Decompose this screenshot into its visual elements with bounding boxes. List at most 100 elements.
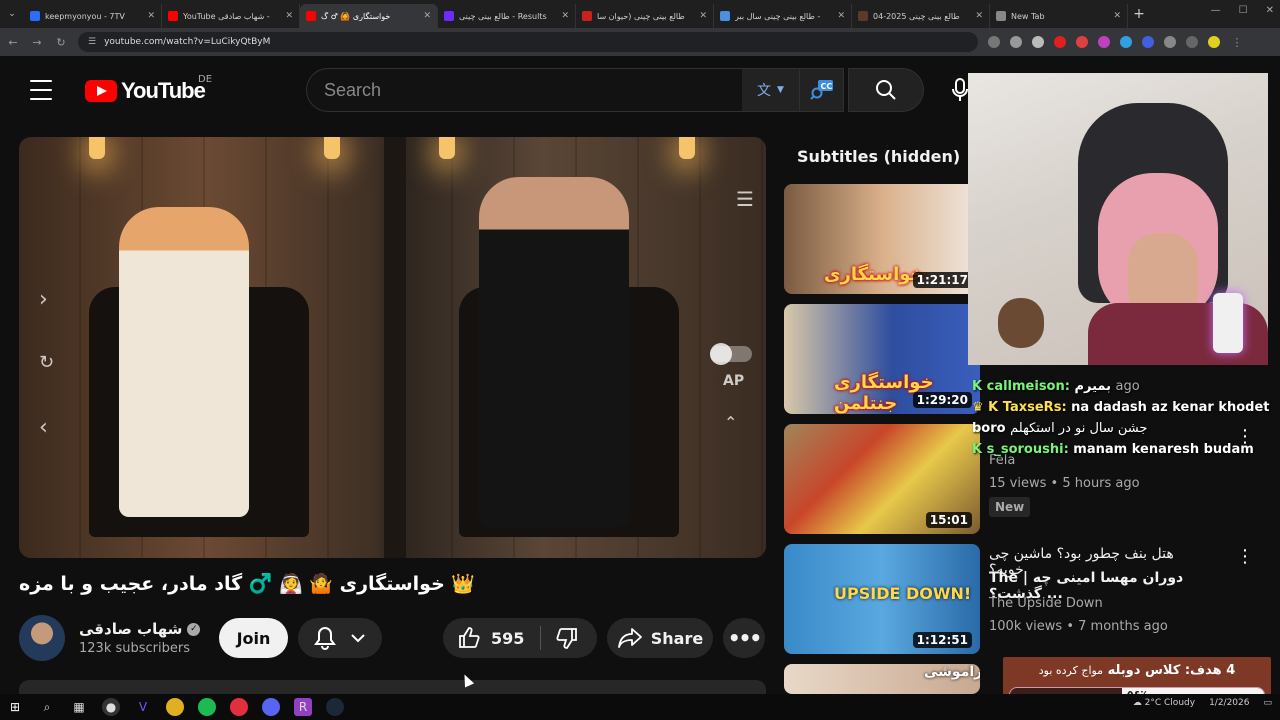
prev-arrow-icon[interactable]: ‹ <box>39 415 48 440</box>
tab-title: طالع بینی چینی - Results <box>459 11 547 21</box>
video-lamp-left <box>89 137 105 159</box>
search-button[interactable] <box>848 68 924 112</box>
chrome-icon[interactable] <box>166 698 184 716</box>
related-thumbnail-3[interactable]: 15:01 <box>784 424 980 534</box>
youtube-play-icon <box>85 80 117 102</box>
r-app-icon[interactable]: R <box>294 698 312 716</box>
dot-separator: • <box>1066 619 1079 634</box>
browser-tab[interactable]: خواستگاری 🙆 ♂ گ ✕ <box>300 4 438 28</box>
profile-avatar-icon[interactable] <box>1208 36 1220 48</box>
duration-badge: 1:12:51 <box>912 632 972 648</box>
subtitles-heading[interactable]: Subtitles (hidden) <box>784 137 984 175</box>
playlist-menu-icon[interactable]: ☰ <box>736 187 754 211</box>
share-button[interactable]: Share <box>607 618 713 658</box>
weather-widget[interactable]: ☁ 2°C Cloudy <box>1133 698 1195 708</box>
related-menu-icon-4[interactable]: ⋮ <box>1236 546 1254 567</box>
steam-icon[interactable] <box>326 698 344 716</box>
tab-close-icon[interactable]: ✕ <box>1113 11 1121 21</box>
vegas-icon[interactable]: V <box>134 698 152 716</box>
autoplay-toggle[interactable] <box>710 343 752 365</box>
goal-count: 4 <box>1226 663 1236 678</box>
share-icon <box>617 628 642 648</box>
tab-close-icon[interactable]: ✕ <box>285 11 293 21</box>
tab-close-icon[interactable]: ✕ <box>147 11 155 21</box>
extensions-puzzle-icon[interactable] <box>1164 36 1176 48</box>
like-icon[interactable] <box>457 626 481 650</box>
bookmark-star-icon[interactable] <box>1032 36 1044 48</box>
related-thumbnail-4[interactable]: UPSIDE DOWN! 1:12:51 <box>784 544 980 654</box>
task-view-icon[interactable]: ▦ <box>70 698 88 716</box>
browser-tab[interactable]: طالع بینی چینی سال ببر - ✕ <box>714 4 852 28</box>
video-lamp-center <box>324 137 340 159</box>
close-window-icon[interactable]: ✕ <box>1266 5 1274 16</box>
browser-tab[interactable]: طالع بینی چینی - Results ✕ <box>438 4 576 28</box>
related-thumbnail-2[interactable]: خواستگاری جنتلمن 1:29:20 <box>784 304 980 414</box>
related-thumbnail-1[interactable]: خواستگاری 1:21:17 <box>784 184 980 294</box>
channel-avatar[interactable] <box>19 615 65 661</box>
browser-tab[interactable]: keepmyonyou - 7TV ✕ <box>24 4 162 28</box>
new-badge: New <box>989 497 1031 517</box>
expand-chevrons-icon[interactable]: ⌃ <box>724 413 737 432</box>
description-box[interactable] <box>19 680 766 694</box>
browser-tab[interactable]: طالع بینی چینی 2025-04 ✕ <box>852 4 990 28</box>
goal-name: هدف: کلاس دوبله <box>1107 663 1222 678</box>
browser-menu-icon[interactable]: ⋮ <box>1230 36 1244 49</box>
like-count[interactable]: 595 <box>491 629 524 648</box>
obs-icon[interactable]: ● <box>102 698 120 716</box>
browser-tab[interactable]: YouTube شهاب صادقی - ✕ <box>162 4 300 28</box>
maximize-icon[interactable]: ☐ <box>1239 5 1248 16</box>
video-player[interactable]: › ↻ ‹ ☰ AP ⌃ <box>19 137 766 558</box>
notification-icon[interactable]: ▭ <box>1263 698 1272 708</box>
reload-icon[interactable]: ↻ <box>54 36 68 49</box>
extension-red-icon[interactable] <box>1054 36 1066 48</box>
goal-subtitle: مواج کرده بود <box>1038 664 1104 677</box>
discord-icon[interactable] <box>262 698 280 716</box>
search-box <box>306 68 742 112</box>
tab-favicon-icon <box>582 11 592 21</box>
reading-list-icon[interactable] <box>1186 36 1198 48</box>
more-actions-button[interactable]: ••• <box>723 618 765 658</box>
tab-close-icon[interactable]: ✕ <box>561 11 569 21</box>
tab-close-icon[interactable]: ✕ <box>699 11 707 21</box>
youtube-logo[interactable]: YouTube <box>85 78 206 104</box>
related-thumbnail-5[interactable]: فراموشی <box>784 664 980 694</box>
chat-username: K s_soroushi: <box>972 442 1069 457</box>
browser-tab-bar: ⌄ keepmyonyou - 7TV ✕ YouTube شهاب صادقی -… <box>0 0 1280 28</box>
new-tab-button[interactable]: + <box>1128 6 1150 22</box>
url-field[interactable]: ☰ youtube.com/watch?v=LuCikyQtByM <box>78 32 978 52</box>
guide-menu-icon[interactable] <box>30 80 52 100</box>
back-icon[interactable]: ← <box>6 36 20 49</box>
tab-close-icon[interactable]: ✕ <box>837 11 845 21</box>
taskbar-search-icon[interactable]: ⌕ <box>38 698 56 716</box>
forward-icon[interactable]: → <box>30 36 44 49</box>
subscribed-bell-button[interactable] <box>298 618 382 658</box>
browser-tab[interactable]: طالع بینی چینی (حیوان سا ✕ <box>576 4 714 28</box>
tab-close-icon[interactable]: ✕ <box>975 11 983 21</box>
next-arrow-icon[interactable]: › <box>39 287 48 312</box>
tab-search-icon[interactable]: ⌄ <box>0 0 24 28</box>
extension-audio-icon[interactable] <box>1142 36 1154 48</box>
creative-cloud-icon[interactable] <box>230 698 248 716</box>
site-info-icon[interactable]: ☰ <box>88 37 96 47</box>
search-input[interactable] <box>324 79 724 101</box>
translate-keyboard-button[interactable]: 文 ▼ <box>742 68 800 112</box>
extension-purple-icon[interactable] <box>1098 36 1110 48</box>
zoom-icon[interactable] <box>1010 36 1022 48</box>
related-channel-4[interactable]: The Upside Down <box>989 596 1103 611</box>
browser-tab[interactable]: New Tab ✕ <box>990 4 1128 28</box>
minimize-icon[interactable]: — <box>1211 5 1221 16</box>
dislike-icon[interactable] <box>555 626 579 650</box>
channel-name-row[interactable]: شهاب صادقی ✓ <box>79 620 201 638</box>
address-bar: ← → ↻ ☰ youtube.com/watch?v=LuCikyQtByM … <box>0 28 1280 56</box>
install-icon[interactable] <box>988 36 1000 48</box>
join-button[interactable]: Join <box>219 618 288 658</box>
spotify-icon[interactable] <box>198 698 216 716</box>
tab-favicon-icon <box>996 11 1006 21</box>
replay-icon[interactable]: ↻ <box>39 352 54 373</box>
clock-date[interactable]: 1/2/2026 <box>1209 698 1249 708</box>
windows-start-icon[interactable]: ⊞ <box>6 698 24 716</box>
tab-close-icon[interactable]: ✕ <box>423 11 431 21</box>
subtitle-search-button[interactable]: CC <box>800 68 844 112</box>
extension-recorder-icon[interactable] <box>1076 36 1088 48</box>
extension-translate-icon[interactable] <box>1120 36 1132 48</box>
